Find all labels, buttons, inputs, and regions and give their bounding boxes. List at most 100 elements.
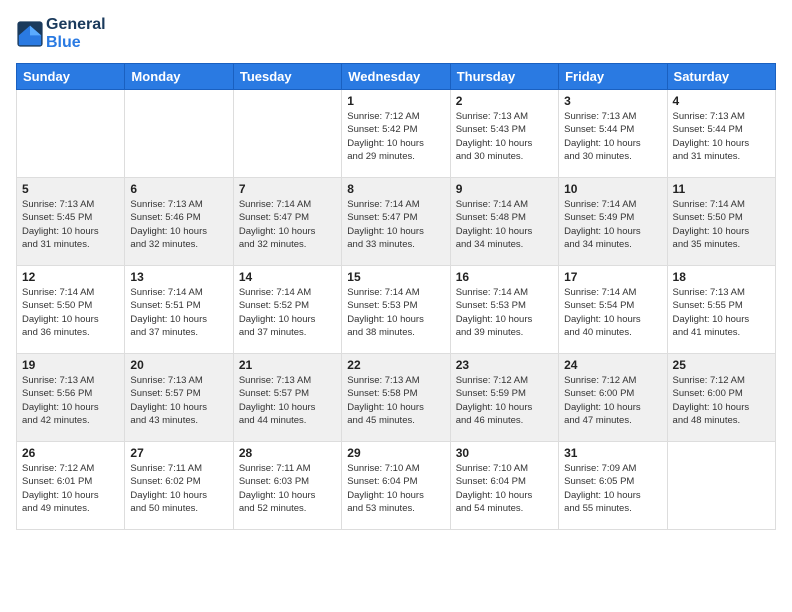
day-info: Sunrise: 7:12 AM Sunset: 6:00 PM Dayligh… [673, 374, 770, 427]
day-number: 23 [456, 358, 553, 372]
day-info: Sunrise: 7:13 AM Sunset: 5:44 PM Dayligh… [564, 110, 661, 163]
day-info: Sunrise: 7:12 AM Sunset: 6:01 PM Dayligh… [22, 462, 119, 515]
day-number: 3 [564, 94, 661, 108]
calendar-cell: 15 Sunrise: 7:14 AM Sunset: 5:53 PM Dayli… [342, 266, 450, 354]
day-info: Sunrise: 7:14 AM Sunset: 5:47 PM Dayligh… [347, 198, 444, 251]
calendar-cell: 19 Sunrise: 7:13 AM Sunset: 5:56 PM Dayli… [17, 354, 125, 442]
calendar-cell: 6 Sunrise: 7:13 AM Sunset: 5:46 PM Daylig… [125, 178, 233, 266]
weekday-header-thursday: Thursday [450, 64, 558, 90]
day-info: Sunrise: 7:14 AM Sunset: 5:48 PM Dayligh… [456, 198, 553, 251]
logo-text: General [46, 16, 106, 34]
day-number: 15 [347, 270, 444, 284]
day-info: Sunrise: 7:11 AM Sunset: 6:02 PM Dayligh… [130, 462, 227, 515]
day-info: Sunrise: 7:14 AM Sunset: 5:51 PM Dayligh… [130, 286, 227, 339]
day-number: 19 [22, 358, 119, 372]
day-number: 9 [456, 182, 553, 196]
calendar-cell: 30Sunrise: 7:10 AM Sunset: 6:04 PM Dayli… [450, 442, 558, 530]
calendar-cell: 24 Sunrise: 7:12 AM Sunset: 6:00 PM Dayli… [559, 354, 667, 442]
day-number: 16 [456, 270, 553, 284]
day-number: 1 [347, 94, 444, 108]
day-info: Sunrise: 7:14 AM Sunset: 5:53 PM Dayligh… [347, 286, 444, 339]
calendar-cell: 11 Sunrise: 7:14 AM Sunset: 5:50 PM Dayli… [667, 178, 775, 266]
day-number: 14 [239, 270, 336, 284]
day-info: Sunrise: 7:12 AM Sunset: 5:59 PM Dayligh… [456, 374, 553, 427]
day-number: 30 [456, 446, 553, 460]
calendar-cell: 26 Sunrise: 7:12 AM Sunset: 6:01 PM Dayli… [17, 442, 125, 530]
calendar-cell [233, 90, 341, 178]
day-number: 6 [130, 182, 227, 196]
day-info: Sunrise: 7:13 AM Sunset: 5:45 PM Dayligh… [22, 198, 119, 251]
calendar-cell [125, 90, 233, 178]
day-info: Sunrise: 7:13 AM Sunset: 5:57 PM Dayligh… [130, 374, 227, 427]
calendar-cell: 1 Sunrise: 7:12 AM Sunset: 5:42 PM Daylig… [342, 90, 450, 178]
day-number: 26 [22, 446, 119, 460]
day-number: 7 [239, 182, 336, 196]
week-row-3: 12Sunrise: 7:14 AM Sunset: 5:50 PM Dayli… [17, 266, 776, 354]
calendar-table: SundayMondayTuesdayWednesdayThursdayFrid… [16, 63, 776, 530]
day-number: 18 [673, 270, 770, 284]
day-info: Sunrise: 7:14 AM Sunset: 5:52 PM Dayligh… [239, 286, 336, 339]
day-number: 4 [673, 94, 770, 108]
day-info: Sunrise: 7:13 AM Sunset: 5:58 PM Dayligh… [347, 374, 444, 427]
calendar-cell: 13 Sunrise: 7:14 AM Sunset: 5:51 PM Dayli… [125, 266, 233, 354]
calendar-cell: 25 Sunrise: 7:12 AM Sunset: 6:00 PM Dayli… [667, 354, 775, 442]
calendar-cell: 17Sunrise: 7:14 AM Sunset: 5:54 PM Dayli… [559, 266, 667, 354]
weekday-header-wednesday: Wednesday [342, 64, 450, 90]
day-info: Sunrise: 7:14 AM Sunset: 5:53 PM Dayligh… [456, 286, 553, 339]
day-info: Sunrise: 7:10 AM Sunset: 6:04 PM Dayligh… [347, 462, 444, 515]
day-number: 29 [347, 446, 444, 460]
page-header: General Blue [16, 16, 776, 51]
calendar-cell: 10 Sunrise: 7:14 AM Sunset: 5:49 PM Dayli… [559, 178, 667, 266]
day-info: Sunrise: 7:13 AM Sunset: 5:46 PM Dayligh… [130, 198, 227, 251]
calendar-cell: 4 Sunrise: 7:13 AM Sunset: 5:44 PM Daylig… [667, 90, 775, 178]
day-number: 21 [239, 358, 336, 372]
day-number: 2 [456, 94, 553, 108]
calendar-cell: 7 Sunrise: 7:14 AM Sunset: 5:47 PM Daylig… [233, 178, 341, 266]
day-info: Sunrise: 7:14 AM Sunset: 5:50 PM Dayligh… [673, 198, 770, 251]
day-info: Sunrise: 7:13 AM Sunset: 5:57 PM Dayligh… [239, 374, 336, 427]
day-number: 11 [673, 182, 770, 196]
day-number: 27 [130, 446, 227, 460]
calendar-cell: 22Sunrise: 7:13 AM Sunset: 5:58 PM Dayli… [342, 354, 450, 442]
day-info: Sunrise: 7:14 AM Sunset: 5:54 PM Dayligh… [564, 286, 661, 339]
calendar-cell: 8 Sunrise: 7:14 AM Sunset: 5:47 PM Daylig… [342, 178, 450, 266]
day-number: 31 [564, 446, 661, 460]
day-info: Sunrise: 7:13 AM Sunset: 5:43 PM Dayligh… [456, 110, 553, 163]
day-info: Sunrise: 7:13 AM Sunset: 5:55 PM Dayligh… [673, 286, 770, 339]
weekday-header-monday: Monday [125, 64, 233, 90]
calendar-cell: 9 Sunrise: 7:14 AM Sunset: 5:48 PM Daylig… [450, 178, 558, 266]
day-info: Sunrise: 7:12 AM Sunset: 5:42 PM Dayligh… [347, 110, 444, 163]
calendar-cell [667, 442, 775, 530]
day-info: Sunrise: 7:12 AM Sunset: 6:00 PM Dayligh… [564, 374, 661, 427]
calendar-cell: 21 Sunrise: 7:13 AM Sunset: 5:57 PM Dayli… [233, 354, 341, 442]
weekday-header-sunday: Sunday [17, 64, 125, 90]
calendar-cell: 28Sunrise: 7:11 AM Sunset: 6:03 PM Dayli… [233, 442, 341, 530]
day-number: 10 [564, 182, 661, 196]
day-number: 8 [347, 182, 444, 196]
day-number: 24 [564, 358, 661, 372]
day-info: Sunrise: 7:14 AM Sunset: 5:47 PM Dayligh… [239, 198, 336, 251]
calendar-cell: 27 Sunrise: 7:11 AM Sunset: 6:02 PM Dayli… [125, 442, 233, 530]
calendar-cell: 18 Sunrise: 7:13 AM Sunset: 5:55 PM Dayli… [667, 266, 775, 354]
day-info: Sunrise: 7:14 AM Sunset: 5:49 PM Dayligh… [564, 198, 661, 251]
calendar-cell: 3 Sunrise: 7:13 AM Sunset: 5:44 PM Daylig… [559, 90, 667, 178]
day-number: 20 [130, 358, 227, 372]
day-number: 28 [239, 446, 336, 460]
calendar-cell [17, 90, 125, 178]
day-info: Sunrise: 7:13 AM Sunset: 5:44 PM Dayligh… [673, 110, 770, 163]
day-number: 13 [130, 270, 227, 284]
weekday-header-row: SundayMondayTuesdayWednesdayThursdayFrid… [17, 64, 776, 90]
calendar-cell: 5 Sunrise: 7:13 AM Sunset: 5:45 PM Daylig… [17, 178, 125, 266]
week-row-2: 5 Sunrise: 7:13 AM Sunset: 5:45 PM Daylig… [17, 178, 776, 266]
logo-icon [16, 20, 44, 48]
day-info: Sunrise: 7:13 AM Sunset: 5:56 PM Dayligh… [22, 374, 119, 427]
weekday-header-saturday: Saturday [667, 64, 775, 90]
calendar-cell: 12Sunrise: 7:14 AM Sunset: 5:50 PM Dayli… [17, 266, 125, 354]
day-number: 5 [22, 182, 119, 196]
week-row-4: 19 Sunrise: 7:13 AM Sunset: 5:56 PM Dayli… [17, 354, 776, 442]
logo-blue-text: Blue [46, 34, 106, 52]
weekday-header-tuesday: Tuesday [233, 64, 341, 90]
day-number: 25 [673, 358, 770, 372]
calendar-cell: 16 Sunrise: 7:14 AM Sunset: 5:53 PM Dayli… [450, 266, 558, 354]
week-row-5: 26 Sunrise: 7:12 AM Sunset: 6:01 PM Dayli… [17, 442, 776, 530]
